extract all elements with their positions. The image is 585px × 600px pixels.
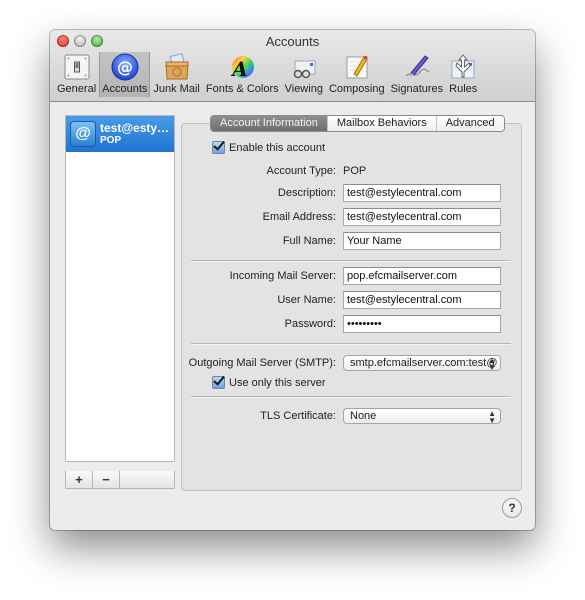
description-row: Description: [181,184,520,204]
window-title: Accounts [265,34,320,49]
incoming-server-row: Incoming Mail Server: [181,267,520,287]
toolbar-accounts[interactable]: @ Accounts [99,52,151,97]
add-account-button[interactable]: + [66,471,93,488]
switch-icon [63,53,91,81]
toolbar-label: Composing [328,83,385,95]
description-label: Description: [277,187,336,199]
checkbox-checked-icon [212,376,225,389]
svg-text:@: @ [117,58,133,77]
account-type-value: POP [343,165,367,177]
tab-mailbox-behaviors[interactable]: Mailbox Behaviors [326,116,436,131]
section-divider [191,260,511,262]
password-row: Password: [181,315,520,335]
account-type-row: Account Type: POP [181,162,520,182]
fonts-colors-icon: A [228,53,256,81]
email-address-field[interactable] [343,208,501,226]
account-type-label: Account Type: [266,165,336,177]
checkbox-checked-icon [212,141,225,154]
toolbar-label: General [57,83,97,95]
enable-account-checkbox[interactable]: Enable this account [212,141,325,154]
help-button[interactable]: ? [502,498,522,518]
toolbar-label: Fonts & Colors [205,83,279,95]
viewing-glasses-icon [290,53,318,81]
full-name-row: Full Name: [181,232,520,252]
accounts-list-footer: + − [65,471,175,489]
toolbar-junk-mail[interactable]: Junk Mail [150,52,202,97]
toolbar-label: Viewing [284,83,323,95]
tls-certificate-row: TLS Certificate: None ▲ ▼ [181,407,520,427]
outgoing-server-row: Outgoing Mail Server (SMTP): smtp.efcmai… [181,354,520,374]
tls-certificate-select[interactable]: None ▲ ▼ [343,408,501,424]
toolbar-signatures[interactable]: Signatures [388,52,447,97]
toolbar-rules[interactable]: Rules [446,52,480,97]
user-name-row: User Name: [181,291,520,311]
accounts-preferences-window: Accounts General @ Accounts Junk Mail A … [50,30,535,530]
preferences-toolbar: General @ Accounts Junk Mail A Fonts & C… [54,52,480,99]
account-list-item[interactable]: @ test@esty… POP [66,116,174,152]
password-label: Password: [284,318,336,330]
updown-arrows-icon: ▲ ▼ [488,356,496,371]
outgoing-server-select[interactable]: smtp.efcmailserver.com:test@ ▲ ▼ [343,355,501,371]
incoming-server-field[interactable] [343,267,501,285]
account-tabs: Account Information Mailbox Behaviors Ad… [210,115,505,132]
incoming-server-label: Incoming Mail Server: [229,270,336,282]
svg-text:A: A [230,57,248,81]
composing-pencil-icon [343,53,371,81]
use-only-server-label: Use only this server [229,376,326,389]
account-type: POP [100,135,122,146]
tls-certificate-label: TLS Certificate: [260,410,336,422]
section-divider [191,343,511,345]
tls-certificate-value: None [350,410,377,422]
toolbar-general[interactable]: General [54,52,99,97]
toolbar-label: Rules [449,83,478,95]
account-name: test@esty… [100,121,170,135]
enable-account-label: Enable this account [229,141,326,154]
toolbar-fonts-colors[interactable]: A Fonts & Colors [203,52,282,97]
signature-pen-icon [403,53,431,81]
toolbar-label: Junk Mail [153,83,200,95]
toolbar-viewing[interactable]: Viewing [282,52,326,97]
tab-advanced[interactable]: Advanced [435,116,504,131]
user-name-label: User Name: [277,294,336,306]
outgoing-server-value: smtp.efcmailserver.com:test@ [350,357,498,369]
email-address-label: Email Address: [262,211,336,223]
at-icon: @ [111,53,139,81]
email-address-row: Email Address: [181,208,520,228]
updown-arrows-icon: ▲ ▼ [488,409,496,424]
accounts-list: @ test@esty… POP [65,115,175,462]
full-name-field[interactable] [343,232,501,250]
password-field[interactable] [343,315,501,333]
description-field[interactable] [343,184,501,202]
outgoing-server-label: Outgoing Mail Server (SMTP): [188,357,336,369]
toolbar-composing[interactable]: Composing [326,52,388,97]
user-name-field[interactable] [343,291,501,309]
question-mark-icon: ? [508,501,516,515]
rules-arrows-icon [449,53,477,81]
title-bar: Accounts General @ Accounts Junk Mail A … [50,30,535,102]
toolbar-label: Accounts [102,83,148,95]
remove-account-button[interactable]: − [93,471,120,488]
use-only-server-checkbox[interactable]: Use only this server [212,376,326,389]
full-name-label: Full Name: [282,235,336,247]
tab-account-information[interactable]: Account Information [211,116,327,131]
section-divider [191,396,511,398]
toolbar-label: Signatures [390,83,444,95]
mail-account-at-icon: @ [70,121,96,147]
junk-mail-icon [163,53,191,81]
